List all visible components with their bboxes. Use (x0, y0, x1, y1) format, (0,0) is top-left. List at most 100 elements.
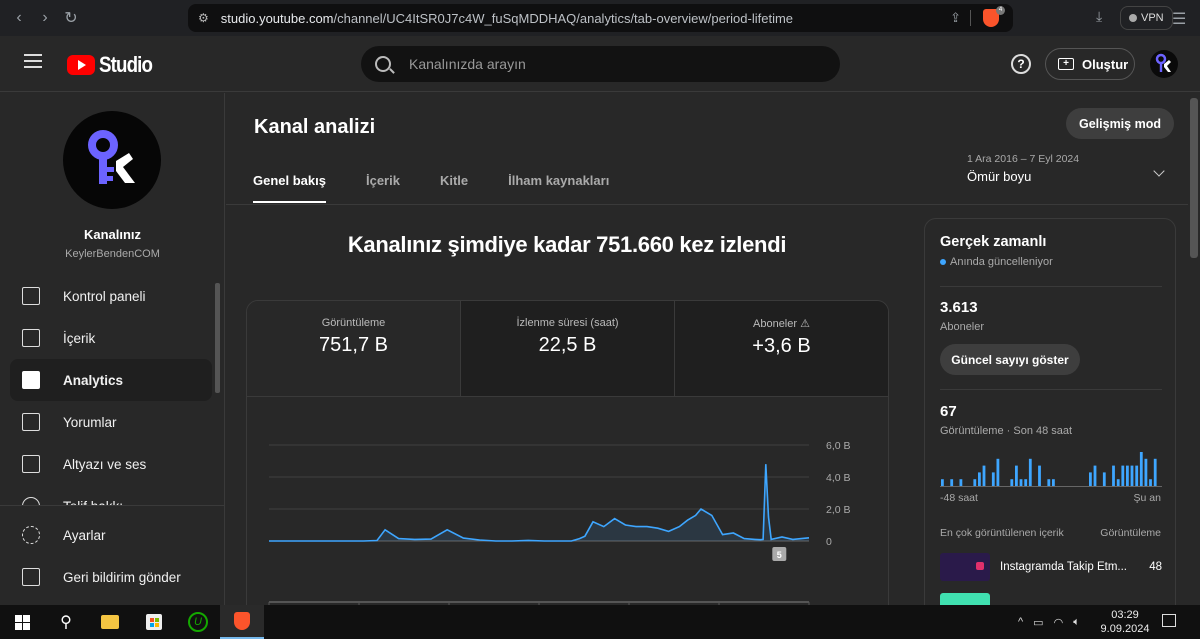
realtime-bar[interactable] (1116, 479, 1120, 486)
top-content-header: En çok görüntülenen içerik (940, 527, 1064, 539)
brave-browser-icon[interactable] (220, 605, 264, 639)
clock[interactable]: 03:29 9.09.2024 (1100, 608, 1150, 636)
youtube-play-icon (67, 55, 95, 75)
realtime-bar-chart[interactable] (940, 449, 1162, 487)
realtime-status: Anında güncelleniyor (940, 256, 1053, 268)
kpi-value: +3,6 B (752, 335, 811, 357)
kpi-watch-time[interactable]: İzlenme süresi (saat) 22,5 B (461, 301, 675, 396)
realtime-bar[interactable] (1112, 465, 1115, 486)
chart-marker-label: 5 (777, 550, 782, 560)
realtime-bar[interactable] (1052, 479, 1055, 486)
create-button[interactable]: + Oluştur (1045, 48, 1135, 80)
video-thumbnail[interactable] (940, 593, 990, 605)
realtime-subscribers-label: Aboneler (940, 321, 985, 333)
realtime-bar[interactable] (1130, 465, 1134, 486)
realtime-bar[interactable] (1139, 452, 1143, 486)
battery-icon[interactable]: ▭ (1033, 616, 1043, 629)
download-icon[interactable]: ⤓ (1096, 8, 1102, 25)
realtime-bar[interactable] (1144, 458, 1148, 486)
account-avatar[interactable] (1150, 50, 1178, 78)
realtime-bar[interactable] (1024, 479, 1028, 486)
hamburger-menu-icon[interactable] (24, 54, 42, 68)
upwork-icon[interactable]: U (176, 605, 220, 639)
divider (940, 286, 1162, 287)
top-content-item[interactable]: Instagramda Takip Etm... 48 (940, 553, 1162, 581)
youtube-studio-logo[interactable]: Studio (67, 52, 161, 78)
realtime-bar[interactable] (996, 458, 1000, 486)
share-icon[interactable]: ⇪ (950, 10, 961, 26)
realtime-bar[interactable] (1089, 472, 1092, 486)
forward-icon[interactable]: › (32, 5, 58, 31)
realtime-bar[interactable] (1019, 479, 1023, 486)
realtime-views-label: Görüntüleme · Son 48 saat (940, 425, 1073, 437)
realtime-bar[interactable] (973, 479, 977, 486)
sidebar-scrollbar[interactable] (215, 283, 220, 393)
video-title[interactable]: Instagramda Takip Etm... (1000, 561, 1149, 573)
content-icon (22, 329, 40, 347)
file-explorer-icon[interactable] (88, 605, 132, 639)
realtime-bar[interactable] (1135, 465, 1139, 486)
advanced-mode-button[interactable]: Gelişmiş mod (1066, 108, 1174, 139)
start-button[interactable] (0, 605, 44, 639)
search-icon[interactable]: ⚲ (44, 605, 88, 639)
realtime-bar[interactable] (1047, 479, 1051, 486)
period-selector[interactable]: 1 Ara 2016 – 7 Eyl 2024 Ömür boyu (967, 153, 1165, 184)
realtime-bar[interactable] (950, 479, 954, 486)
tab-audience[interactable]: Kitle (440, 173, 468, 203)
realtime-bar[interactable] (1038, 465, 1041, 486)
channel-avatar[interactable] (63, 111, 161, 209)
reload-icon[interactable]: ↻ (58, 5, 84, 31)
store-icon[interactable] (132, 605, 176, 639)
search-icon (375, 56, 391, 72)
realtime-bar[interactable] (1102, 472, 1106, 486)
realtime-bar[interactable] (1028, 458, 1032, 486)
realtime-bar[interactable] (1010, 479, 1014, 486)
page-title: Kanal analizi (254, 116, 376, 138)
sidebar-item-feedback[interactable]: Geri bildirim gönder (10, 556, 212, 598)
tab-inspiration[interactable]: İlham kaynakları (508, 173, 609, 203)
wifi-icon[interactable]: ◠ (1054, 616, 1064, 629)
tab-content[interactable]: İçerik (366, 173, 400, 203)
realtime-subscribers: 3.613 (940, 299, 978, 316)
video-views: 48 (1149, 561, 1162, 573)
sidebar-item-settings[interactable]: Ayarlar (10, 514, 212, 556)
site-settings-icon[interactable]: ⚙ (198, 11, 209, 25)
realtime-bar[interactable] (1015, 465, 1018, 486)
realtime-bar[interactable] (941, 479, 944, 486)
realtime-bar[interactable] (1121, 465, 1125, 486)
realtime-bar[interactable] (1149, 479, 1152, 486)
sidebar-item-analytics[interactable]: Analytics (10, 359, 212, 401)
kpi-value: 22,5 B (538, 334, 597, 356)
realtime-bar[interactable] (991, 472, 995, 486)
warning-icon[interactable]: ⚠ (800, 318, 810, 330)
show-current-count-button[interactable]: Güncel sayıyı göster (940, 344, 1080, 375)
video-thumbnail[interactable] (940, 553, 990, 581)
help-icon[interactable]: ? (1011, 54, 1031, 74)
realtime-bar[interactable] (1153, 458, 1157, 486)
tab-overview[interactable]: Genel bakış (253, 173, 326, 203)
sidebar-item-subtitles[interactable]: Altyazı ve ses (10, 443, 212, 485)
sidebar-item-content[interactable]: İçerik (10, 317, 212, 359)
chevron-up-icon[interactable]: ^ (1018, 616, 1023, 628)
address-bar[interactable]: ⚙ studio.youtube.com/channel/UC4ItSR0J7c… (188, 4, 1013, 32)
browser-menu-icon[interactable]: ☰ (1172, 9, 1186, 29)
channel-search-input[interactable]: Kanalınızda arayın (361, 46, 840, 82)
realtime-bar[interactable] (978, 472, 981, 486)
sidebar-item-dashboard[interactable]: Kontrol paneli (10, 275, 212, 317)
notification-icon[interactable] (1162, 614, 1176, 627)
main-scrollbar[interactable] (1190, 98, 1198, 258)
realtime-bar[interactable] (959, 479, 963, 486)
kpi-subscribers[interactable]: Aboneler ⚠ +3,6 B (675, 301, 888, 396)
volume-muted-icon[interactable]: 🔈︎ (1073, 616, 1080, 629)
live-dot-icon (940, 259, 946, 265)
realtime-bar[interactable] (982, 465, 986, 486)
realtime-bar[interactable] (1093, 465, 1097, 486)
y-tick-label: 4,0 B (826, 472, 851, 484)
realtime-bar[interactable] (1126, 465, 1129, 486)
kpi-views[interactable]: Görüntüleme 751,7 B (247, 301, 461, 396)
sidebar-item-comments[interactable]: Yorumlar (10, 401, 212, 443)
views-line-chart[interactable]: 02,0 B4,0 B6,0 B1 Ara 2...19 Mar 20185 T… (247, 397, 889, 605)
kpi-value: 751,7 B (319, 334, 388, 356)
vpn-button[interactable]: VPN (1120, 6, 1173, 30)
back-icon[interactable]: ‹ (6, 5, 32, 31)
